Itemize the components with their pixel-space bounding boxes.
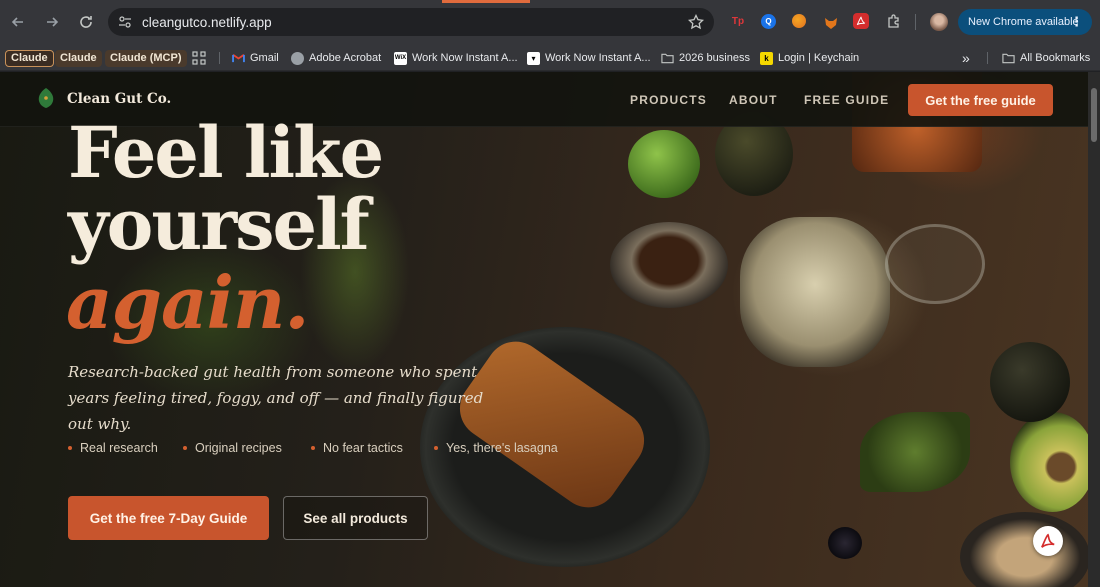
hero-title-accent: again. [66, 260, 309, 345]
address-bar[interactable]: cleangutco.netlify.app [108, 8, 714, 36]
page-icon: ▾ [527, 51, 540, 65]
apps-grid-button[interactable] [192, 48, 206, 68]
bookmark-claude-mcp[interactable]: Claude (MCP) [105, 48, 187, 68]
update-label: New Chrome available [968, 16, 1079, 28]
page-scrollbar[interactable] [1088, 72, 1100, 587]
dark-avocado-image [990, 342, 1070, 422]
bookmark-work-now-2[interactable]: ▾ Work Now Instant A... [527, 48, 651, 68]
get-7-day-guide-button[interactable]: Get the free 7-Day Guide [68, 496, 269, 540]
profile-avatar[interactable] [930, 13, 948, 31]
hero-title-line-1: Feel like [68, 111, 384, 194]
menu-dots-icon[interactable]: ⋮ [1070, 14, 1083, 30]
bookmark-work-now-1[interactable]: WiX Work Now Instant A... [394, 48, 518, 68]
sauce-bowl-image [610, 222, 728, 308]
extension-q-icon[interactable]: Q [761, 14, 776, 29]
bookmark-adobe-acrobat[interactable]: Adobe Acrobat [291, 48, 381, 68]
get-free-guide-button[interactable]: Get the free guide [908, 84, 1053, 116]
fox-icon [825, 18, 837, 29]
extension-honey-icon[interactable] [792, 14, 806, 28]
herbs-image [860, 412, 970, 492]
extensions-puzzle-icon[interactable] [885, 12, 903, 30]
folder-icon [1002, 52, 1015, 65]
see-all-products-button[interactable]: See all products [283, 496, 428, 540]
bookmark-label: 2026 business [679, 52, 750, 64]
scrollbar-thumb[interactable] [1091, 88, 1097, 142]
folder-icon [661, 52, 674, 65]
toolbar-divider [915, 14, 916, 30]
acrobat-icon [1041, 533, 1055, 548]
lime-image [628, 130, 700, 198]
bookmark-gmail[interactable]: Gmail [232, 48, 279, 68]
feature-label: No fear tactics [323, 441, 403, 455]
bookmark-label: All Bookmarks [1020, 52, 1091, 64]
bookmark-claude-pill[interactable]: Claude [5, 48, 54, 68]
blackberry-image [828, 527, 862, 559]
bookmark-keychain[interactable]: k Login | Keychain [760, 48, 859, 68]
bookmark-separator [987, 52, 988, 64]
bookmark-label: Claude [5, 49, 54, 67]
extension-tp-icon[interactable]: Tp [729, 12, 747, 30]
back-button[interactable] [2, 6, 34, 38]
reload-icon [80, 16, 92, 28]
forward-arrow-icon [47, 17, 59, 27]
feature-label: Yes, there's lasagna [446, 441, 558, 455]
more-bookmarks-button[interactable]: » [962, 48, 970, 68]
hero-subtitle: Research-backed gut health from someone … [68, 363, 484, 433]
keychain-icon: k [760, 51, 773, 65]
acrobat-floating-button[interactable] [1033, 526, 1063, 556]
site-info-icon[interactable] [118, 15, 132, 29]
feature-item: Original recipes [183, 441, 282, 455]
jar-lid-image [885, 224, 985, 304]
bookmark-label: Claude [55, 49, 102, 67]
url-text: cleangutco.netlify.app [142, 14, 272, 30]
feature-item: No fear tactics [311, 441, 403, 455]
forward-button[interactable] [36, 6, 68, 38]
bookmark-star-icon[interactable] [688, 14, 704, 30]
bookmark-label: Claude (MCP) [105, 49, 187, 67]
nav-link-about[interactable]: ABOUT [729, 93, 778, 107]
bowl-image [960, 512, 1088, 587]
feature-item: Real research [68, 441, 158, 455]
more-bookmarks-icon: » [962, 50, 970, 66]
nav-link-products[interactable]: PRODUCTS [630, 93, 707, 107]
bookmark-separator [219, 52, 220, 64]
bullet-dot-icon [183, 446, 187, 450]
bookmark-2026-business[interactable]: 2026 business [661, 48, 750, 68]
bookmark-label: Login | Keychain [778, 52, 860, 64]
bookmark-label: Work Now Instant A... [545, 52, 651, 64]
web-page: Clean Gut Co. PRODUCTS ABOUT FREE GUIDE … [0, 72, 1088, 587]
bookmark-label: Work Now Instant A... [412, 52, 518, 64]
bookmark-claude[interactable]: Claude [55, 48, 102, 68]
all-bookmarks-button[interactable]: All Bookmarks [1002, 48, 1090, 68]
apps-grid-icon [192, 51, 206, 65]
back-arrow-icon [11, 17, 23, 27]
reload-button[interactable] [70, 6, 102, 38]
nav-link-free-guide[interactable]: FREE GUIDE [804, 93, 889, 107]
bookmarks-bar: Claude Claude Claude (MCP) Gmail Adobe A… [0, 44, 1100, 71]
bullet-dot-icon [68, 446, 72, 450]
bullet-dot-icon [434, 446, 438, 450]
hero-title-line-2: yourself [68, 183, 370, 266]
avocado-half-image [1010, 412, 1088, 512]
feature-label: Real research [80, 441, 158, 455]
extension-fox-icon[interactable] [822, 14, 840, 32]
wix-icon: WiX [394, 51, 407, 65]
feature-label: Original recipes [195, 441, 282, 455]
leaf-logo-icon[interactable] [37, 87, 55, 109]
acrobat-icon [856, 16, 866, 26]
feature-item: Yes, there's lasagna [434, 441, 558, 455]
globe-icon [291, 51, 304, 65]
new-chrome-available-button[interactable]: New Chrome available ⋮ [958, 9, 1092, 35]
active-tab-indicator [442, 0, 530, 3]
gmail-icon [232, 52, 245, 65]
bookmark-label: Adobe Acrobat [309, 52, 382, 64]
bookmark-label: Gmail [250, 52, 279, 64]
browser-toolbar: cleangutco.netlify.app Tp Q New Chrome a… [0, 0, 1100, 44]
sauerkraut-jar-image [740, 217, 890, 367]
extension-acrobat-icon[interactable] [853, 13, 869, 29]
brand-name[interactable]: Clean Gut Co. [67, 91, 171, 107]
bullet-dot-icon [311, 446, 315, 450]
